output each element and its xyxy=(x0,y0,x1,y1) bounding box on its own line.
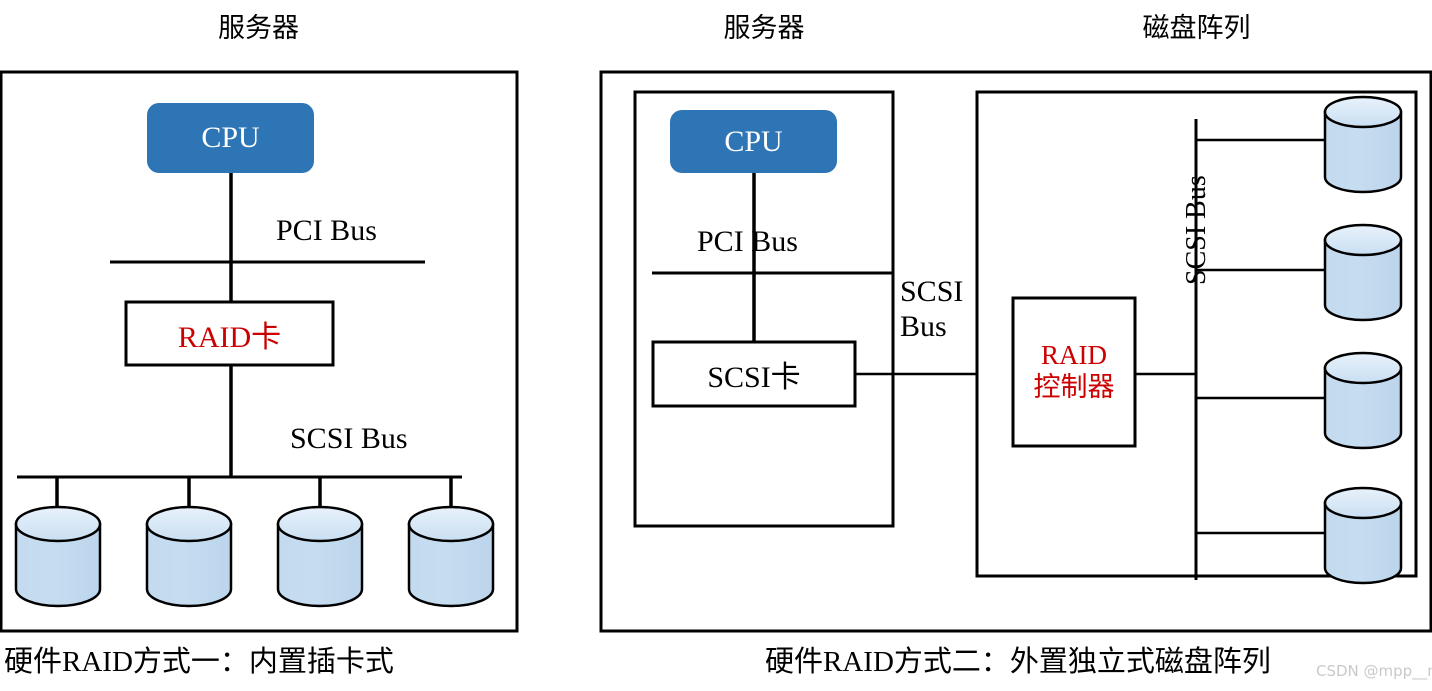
array-scsi-bus-label: SCSI Bus xyxy=(1181,175,1212,285)
disk-cylinder xyxy=(145,505,233,608)
raid-controller-line1: RAID xyxy=(1041,340,1107,371)
raid-controller-label-wrap: RAID 控制器 xyxy=(1013,298,1135,446)
scsi-interconnect-label-line1: SCSI xyxy=(900,275,964,308)
disk-cylinder xyxy=(1323,95,1403,194)
right-cpu-label: CPU xyxy=(724,124,783,158)
left-panel-title: 服务器 xyxy=(218,13,299,44)
diagram-canvas: 服务器 CPU PCI Bus RAID卡 SCSI Bus 硬件RAID方式一… xyxy=(0,0,1432,691)
raid-controller-label: RAID 控制器 xyxy=(1034,340,1115,404)
raid-controller-line2: 控制器 xyxy=(1033,372,1115,402)
scsi-interconnect-label-line2: Bus xyxy=(900,310,947,343)
disk-cylinder xyxy=(14,505,102,608)
disk-array-title: 磁盘阵列 xyxy=(1142,13,1251,44)
left-cpu-label: CPU xyxy=(201,121,260,154)
watermark: CSDN @mpp__mvp xyxy=(1316,662,1432,680)
right-panel-caption: 硬件RAID方式二：外置独立式磁盘阵列 xyxy=(765,646,1271,678)
left-panel-caption: 硬件RAID方式一：内置插卡式 xyxy=(4,646,394,678)
left-raid-card-label: RAID卡 xyxy=(177,320,282,354)
disk-cylinder xyxy=(1323,223,1403,322)
left-scsi-bus-label: SCSI Bus xyxy=(290,422,408,455)
disk-cylinder xyxy=(1323,486,1403,585)
left-pci-bus-label: PCI Bus xyxy=(276,214,377,247)
disk-cylinder xyxy=(407,505,495,608)
disk-cylinder xyxy=(1323,351,1403,450)
scsi-card-label: SCSI卡 xyxy=(707,361,801,394)
right-server-title: 服务器 xyxy=(723,13,805,44)
disk-cylinder xyxy=(276,505,364,608)
right-pci-bus-label: PCI Bus xyxy=(697,225,798,258)
